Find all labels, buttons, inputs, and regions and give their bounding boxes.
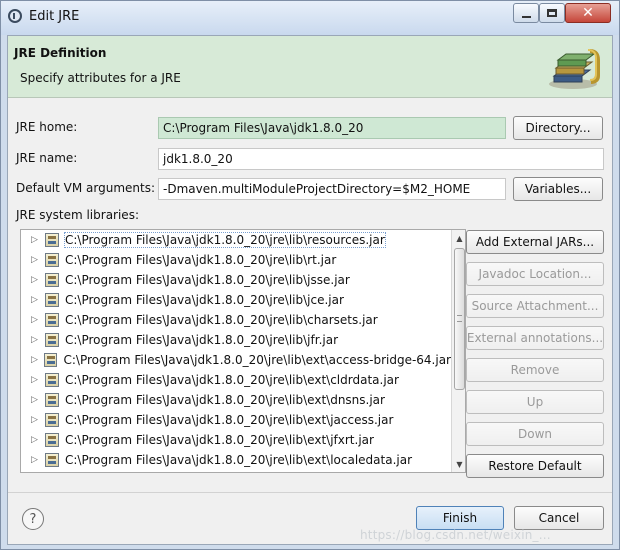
close-icon: ✕ (582, 5, 594, 21)
library-path: C:\Program Files\Java\jdk1.8.0_20\jre\li… (64, 232, 386, 248)
up-button[interactable]: Up (466, 390, 604, 414)
expand-arrow-icon[interactable]: ▷ (31, 355, 40, 365)
jre-name-label: JRE name: (16, 151, 78, 165)
library-path: C:\Program Files\Java\jdk1.8.0_20\jre\li… (65, 333, 339, 347)
minimize-icon (521, 15, 531, 18)
expand-arrow-icon[interactable]: ▷ (31, 435, 41, 445)
library-row[interactable]: ▷ C:\Program Files\Java\jdk1.8.0_20\jre\l… (21, 250, 451, 270)
footer-divider (8, 492, 612, 493)
jar-icon (45, 253, 59, 267)
jar-icon (45, 273, 59, 287)
minimize-button[interactable] (513, 3, 539, 23)
jar-icon (45, 413, 59, 427)
jar-icon (45, 373, 59, 387)
library-path: C:\Program Files\Java\jdk1.8.0_20\jre\li… (65, 253, 337, 267)
expand-arrow-icon[interactable]: ▷ (31, 255, 41, 265)
finish-button[interactable]: Finish (416, 506, 504, 530)
jar-icon (45, 393, 59, 407)
down-button[interactable]: Down (466, 422, 604, 446)
grip-icon (457, 315, 462, 322)
expand-arrow-icon[interactable]: ▷ (31, 395, 41, 405)
jre-books-icon (549, 49, 600, 89)
javadoc-location-button[interactable]: Javadoc Location... (466, 262, 604, 286)
library-path: C:\Program Files\Java\jdk1.8.0_20\jre\li… (65, 293, 344, 307)
library-row[interactable]: ▷ C:\Program Files\Java\jdk1.8.0_20\jre\l… (21, 270, 451, 290)
library-row[interactable]: ▷ C:\Program Files\Java\jdk1.8.0_20\jre\l… (21, 450, 451, 470)
expand-arrow-icon[interactable]: ▷ (31, 455, 41, 465)
title-bar[interactable]: Edit JRE ✕ (1, 1, 619, 35)
expand-arrow-icon[interactable]: ▷ (31, 275, 41, 285)
remove-button[interactable]: Remove (466, 358, 604, 382)
directory-button[interactable]: Directory... (513, 116, 603, 140)
vm-args-input[interactable]: -Dmaven.multiModuleProjectDirectory=$M2_… (158, 178, 506, 200)
expand-arrow-icon[interactable]: ▷ (31, 415, 41, 425)
header-description: Specify attributes for a JRE (20, 71, 181, 85)
jar-icon (45, 333, 59, 347)
library-row[interactable]: ▷ C:\Program Files\Java\jdk1.8.0_20\jre\l… (21, 310, 451, 330)
library-path: C:\Program Files\Java\jdk1.8.0_20\jre\li… (65, 373, 399, 387)
library-row[interactable]: ▷ C:\Program Files\Java\jdk1.8.0_20\jre\l… (21, 370, 451, 390)
close-button[interactable]: ✕ (565, 3, 611, 23)
edit-jre-window: Edit JRE ✕ JRE Definition Specify attrib… (0, 0, 620, 550)
library-path: C:\Program Files\Java\jdk1.8.0_20\jre\li… (65, 413, 394, 427)
library-path: C:\Program Files\Java\jdk1.8.0_20\jre\li… (65, 433, 374, 447)
library-row[interactable]: ▷ C:\Program Files\Java\jdk1.8.0_20\jre\l… (21, 350, 451, 370)
eclipse-icon (8, 9, 22, 23)
libraries-scrollbar[interactable]: ▲ ▼ (451, 230, 465, 472)
jre-home-label: JRE home: (16, 120, 78, 134)
library-path: C:\Program Files\Java\jdk1.8.0_20\jre\li… (65, 313, 378, 327)
expand-arrow-icon[interactable]: ▷ (31, 315, 41, 325)
library-row[interactable]: ▷ C:\Program Files\Java\jdk1.8.0_20\jre\l… (21, 410, 451, 430)
header-title: JRE Definition (14, 46, 107, 60)
jar-icon (45, 293, 59, 307)
expand-arrow-icon[interactable]: ▷ (31, 295, 41, 305)
expand-arrow-icon[interactable]: ▷ (31, 235, 41, 245)
library-row[interactable]: ▷ C:\Program Files\Java\jdk1.8.0_20\jre\l… (21, 330, 451, 350)
jre-system-libraries-list[interactable]: ▷ C:\Program Files\Java\jdk1.8.0_20\jre\l… (20, 229, 466, 473)
jar-icon (45, 233, 59, 247)
jar-icon (45, 313, 59, 327)
library-row[interactable]: ▷ C:\Program Files\Java\jdk1.8.0_20\jre\l… (21, 230, 451, 250)
maximize-icon (547, 9, 557, 17)
expand-arrow-icon[interactable]: ▷ (31, 335, 41, 345)
jre-name-input[interactable]: jdk1.8.0_20 (158, 148, 604, 170)
dialog-header: JRE Definition Specify attributes for a … (8, 36, 612, 98)
jre-libraries-label: JRE system libraries: (16, 208, 139, 222)
cancel-button[interactable]: Cancel (514, 506, 604, 530)
jar-icon (45, 433, 59, 447)
library-row[interactable]: ▷ C:\Program Files\Java\jdk1.8.0_20\jre\l… (21, 290, 451, 310)
jar-icon (45, 453, 59, 467)
library-path: C:\Program Files\Java\jdk1.8.0_20\jre\li… (65, 453, 413, 467)
library-row[interactable]: ▷ C:\Program Files\Java\jdk1.8.0_20\jre\l… (21, 430, 451, 450)
expand-arrow-icon[interactable]: ▷ (31, 375, 41, 385)
library-path: C:\Program Files\Java\jdk1.8.0_20\jre\li… (65, 393, 385, 407)
add-external-jars-button[interactable]: Add External JARs... (466, 230, 604, 254)
jar-icon (44, 353, 58, 367)
jre-home-input[interactable]: C:\Program Files\Java\jdk1.8.0_20 (158, 117, 506, 139)
scroll-down-arrow-icon[interactable]: ▼ (452, 456, 465, 472)
scrollbar-thumb[interactable] (454, 248, 465, 390)
library-path: C:\Program Files\Java\jdk1.8.0_20\jre\li… (63, 353, 451, 367)
vm-args-label: Default VM arguments: (16, 181, 156, 195)
external-annotations-button[interactable]: External annotations... (466, 326, 604, 350)
dialog-client-area: JRE Definition Specify attributes for a … (7, 35, 613, 545)
window-title: Edit JRE (29, 9, 80, 24)
maximize-button[interactable] (539, 3, 565, 23)
restore-default-button[interactable]: Restore Default (466, 454, 604, 478)
library-row[interactable]: ▷ C:\Program Files\Java\jdk1.8.0_20\jre\l… (21, 390, 451, 410)
help-button[interactable]: ? (22, 508, 44, 530)
source-attachment-button[interactable]: Source Attachment... (466, 294, 604, 318)
watermark-text: https://blog.csdn.net/weixin_... (360, 528, 551, 542)
scroll-up-arrow-icon[interactable]: ▲ (452, 230, 465, 246)
variables-button[interactable]: Variables... (513, 177, 603, 201)
library-path: C:\Program Files\Java\jdk1.8.0_20\jre\li… (65, 273, 350, 287)
